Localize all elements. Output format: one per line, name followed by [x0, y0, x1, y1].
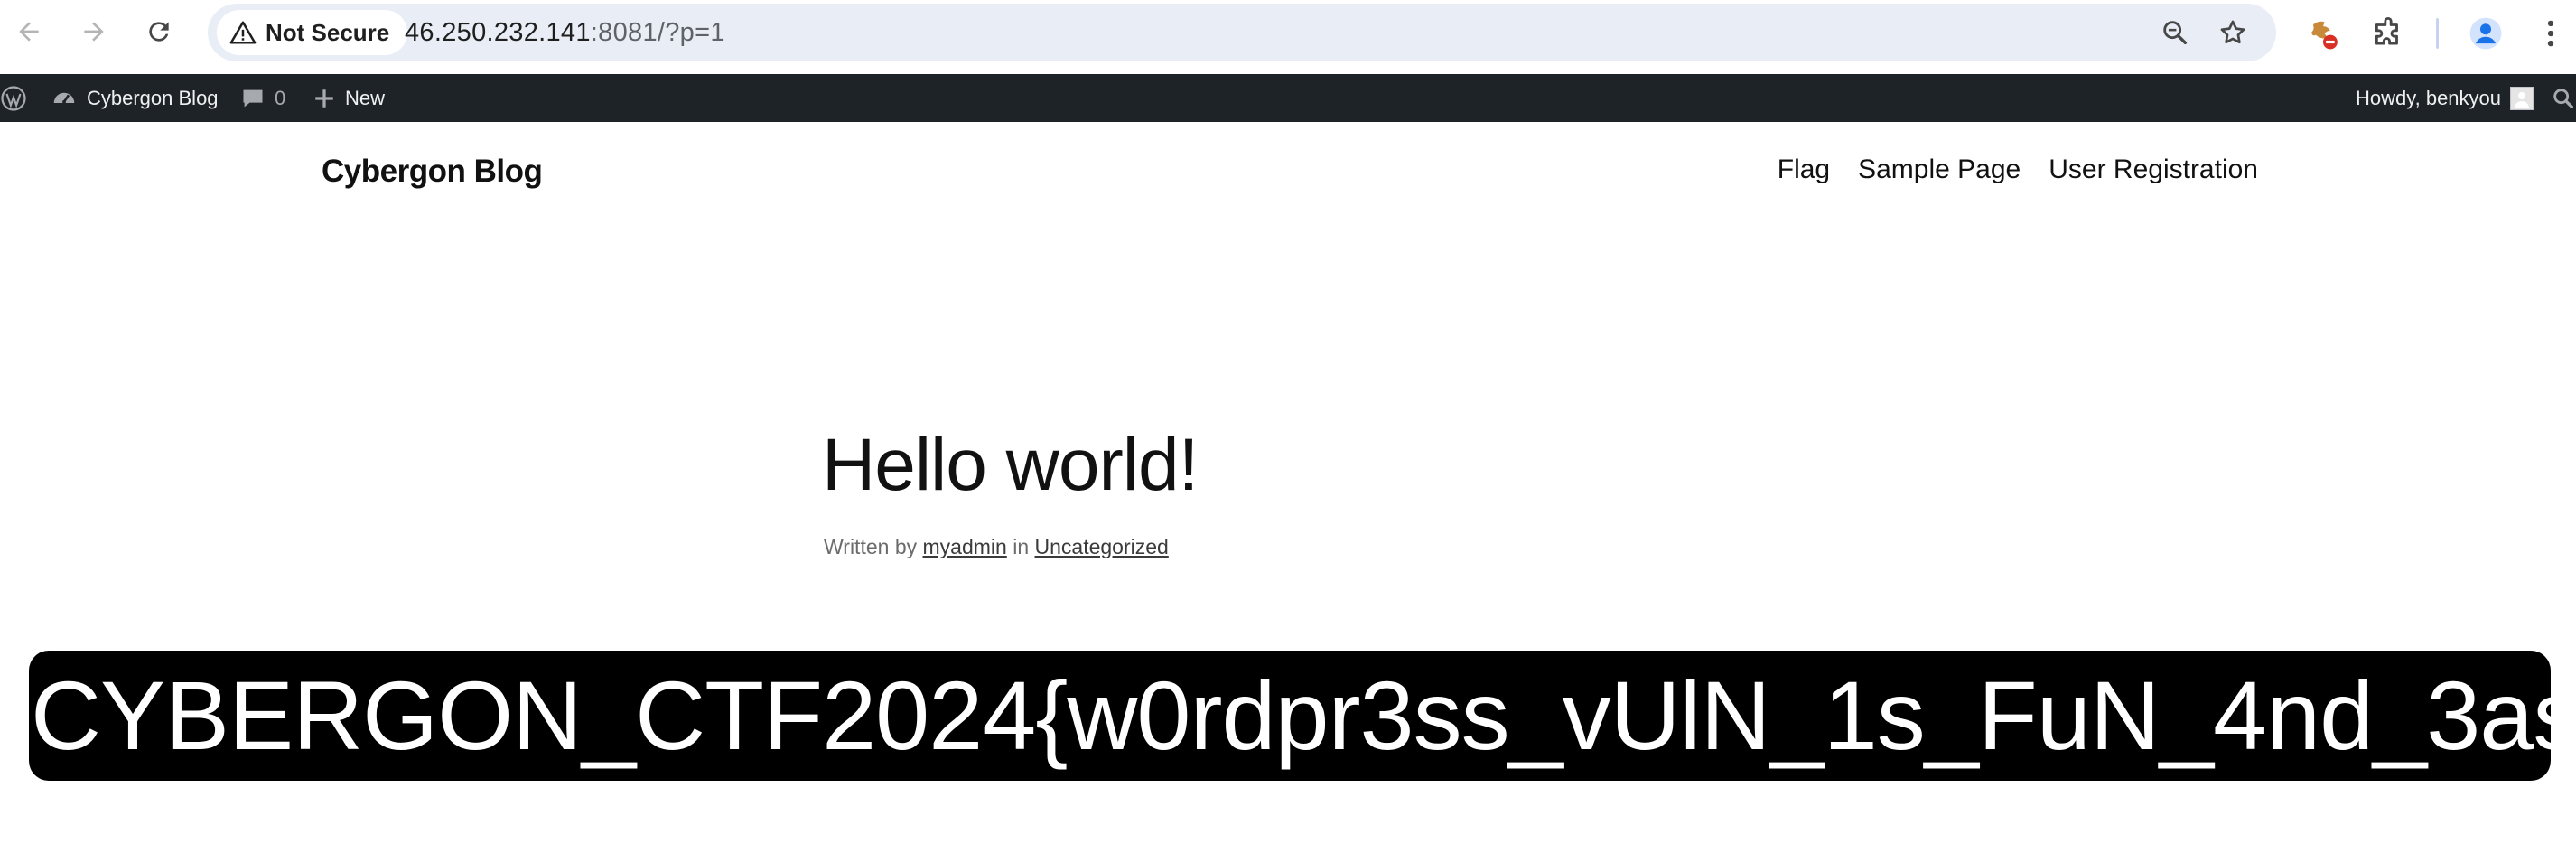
wp-admin-bar: Cybergon Blog 0 New Howdy, benkyou — [0, 74, 2576, 122]
back-button[interactable] — [9, 12, 49, 52]
avatar-silhouette-icon — [2515, 91, 2530, 108]
security-label: Not Secure — [266, 18, 390, 46]
url-path: :8081/?p=1 — [590, 17, 725, 47]
howdy-text: Howdy, benkyou — [2356, 86, 2502, 109]
new-content-menu[interactable]: New — [313, 74, 385, 122]
forward-arrow-icon — [84, 22, 104, 42]
menu-button[interactable] — [2531, 14, 2571, 53]
bookmark-button[interactable] — [2217, 16, 2249, 49]
meta-in: in — [1013, 535, 1030, 558]
comments-count: 0 — [275, 86, 286, 109]
comments-menu[interactable]: 0 — [240, 74, 285, 122]
extensions-button[interactable] — [2368, 14, 2408, 53]
plus-icon — [315, 89, 333, 108]
extension-blocked-button[interactable] — [2303, 14, 2343, 53]
reload-button[interactable] — [139, 12, 179, 52]
dashboard-icon — [53, 92, 75, 104]
site-title[interactable]: Cybergon Blog — [322, 154, 543, 190]
post-title: Hello world! — [822, 424, 1199, 506]
flag-text: CYBERGON_CTF2024{w0rdpr3ss_vUlN_1s_FuN_4… — [31, 661, 2551, 770]
star-icon — [2220, 20, 2245, 44]
nav-item-user-registration[interactable]: User Registration — [2049, 155, 2258, 185]
new-label: New — [345, 86, 386, 109]
profile-button[interactable] — [2466, 14, 2506, 53]
site-name-menu[interactable]: Cybergon Blog — [51, 74, 219, 122]
nav-item-flag[interactable]: Flag — [1778, 155, 1830, 185]
zoom-button[interactable] — [2159, 16, 2191, 49]
admin-site-name: Cybergon Blog — [87, 86, 219, 109]
back-arrow-icon — [19, 22, 39, 42]
url-host: 46.250.232.141 — [405, 17, 591, 47]
account-menu[interactable]: Howdy, benkyou — [2356, 74, 2534, 122]
admin-search-button[interactable] — [2551, 74, 2576, 122]
meta-written-by: Written by — [824, 535, 918, 558]
browser-toolbar: Not Secure 46.250.232.141:8081/?p=1 — [0, 0, 2576, 74]
wp-logo-menu[interactable] — [0, 74, 27, 122]
reload-icon — [149, 22, 169, 42]
category-link[interactable]: Uncategorized — [1035, 535, 1169, 558]
kebab-menu-icon — [2547, 20, 2554, 47]
security-chip[interactable]: Not Secure — [217, 10, 408, 55]
avatar — [2510, 86, 2534, 110]
nav-item-sample-page[interactable]: Sample Page — [1858, 155, 2021, 185]
wordpress-logo-icon — [1, 85, 26, 111]
author-link[interactable]: myadmin — [923, 535, 1007, 558]
address-bar[interactable]: Not Secure 46.250.232.141:8081/?p=1 — [208, 4, 2276, 61]
comment-bubble-icon — [243, 89, 263, 107]
puzzle-icon — [2375, 17, 2398, 45]
flag-banner: CYBERGON_CTF2024{w0rdpr3ss_vUlN_1s_FuN_4… — [29, 651, 2551, 781]
post-meta: Written by myadmin in Uncategorized — [824, 535, 1169, 559]
extension-blocked-icon — [2311, 21, 2338, 50]
url-text[interactable]: 46.250.232.141:8081/?p=1 — [405, 4, 725, 61]
forward-button[interactable] — [74, 12, 114, 52]
zoom-icon — [2163, 21, 2188, 45]
search-icon — [2553, 88, 2573, 108]
toolbar-separator — [2436, 18, 2439, 49]
profile-icon — [2469, 17, 2502, 50]
warning-triangle-icon — [229, 21, 257, 44]
primary-navigation: Flag Sample Page User Registration — [1778, 155, 2258, 185]
